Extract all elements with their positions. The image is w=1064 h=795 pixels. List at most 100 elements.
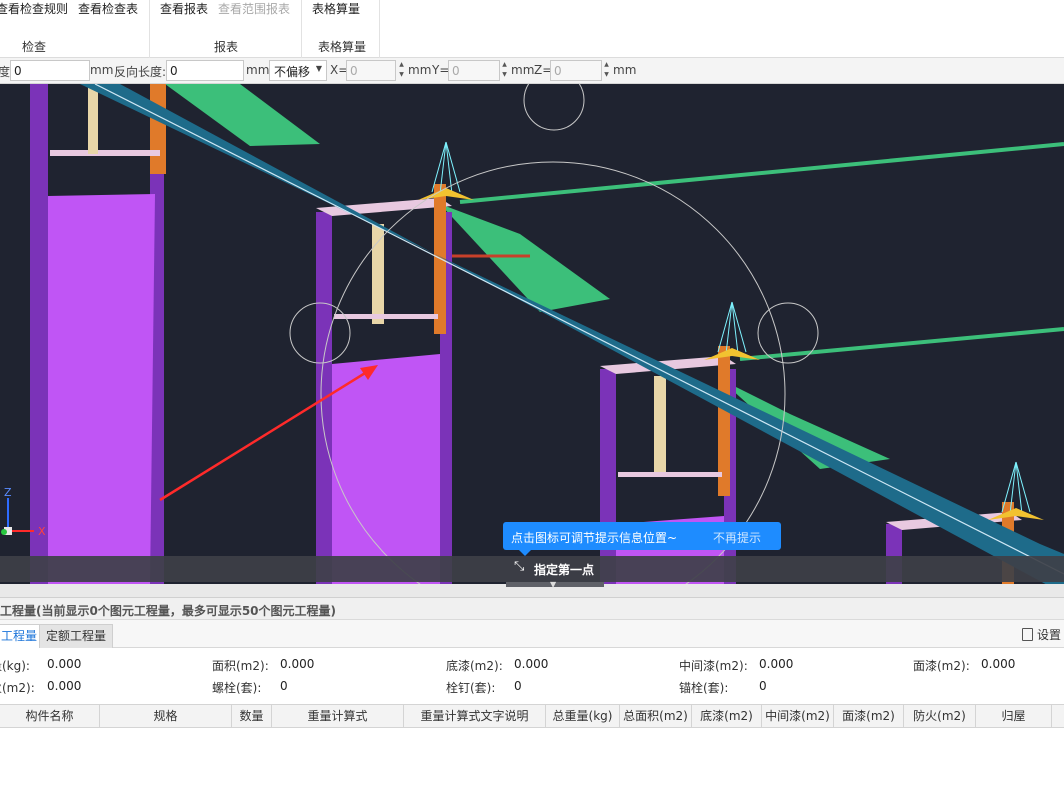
offset-select-value: 不偏移 [274, 65, 311, 79]
column-left-panel [48, 194, 155, 584]
quantity-table-body [0, 728, 1064, 795]
ribbon-group-label-report: 报表 [214, 40, 239, 54]
bracket [150, 84, 166, 174]
bolt-value: 0 [280, 679, 288, 693]
hint-text: 点击图标可调节提示信息位置~ [511, 531, 678, 545]
weight-label: 量(kg): [0, 659, 30, 673]
reverse-length-input[interactable] [166, 60, 244, 81]
ribbon-toolbar: 查看检查规则 查看检查表 检查 查看报表 查看范围报表 报表 表格算量 表格算量 [0, 0, 1064, 58]
command-prompt: 指定第一点 [534, 563, 595, 577]
scene-drawing: X Z [1, 84, 1064, 584]
bolt-label: 螺栓(套): [212, 681, 262, 695]
area-label: 面积(m2): [212, 659, 269, 673]
parameter-bar: 度: mm 反向长度: mm 不偏移 ▼ X= ▲▼ mm Y= ▲▼ mm Z… [0, 58, 1064, 84]
tab-quota-quantity[interactable]: 定额工程量 [39, 624, 114, 648]
z-stepper-icon[interactable]: ▲ ▼ [602, 60, 611, 81]
hanger [88, 84, 98, 154]
panel-splitter[interactable]: ▼ [0, 580, 1064, 598]
column-header[interactable]: 面漆(m2) [834, 705, 904, 728]
length-input[interactable] [10, 60, 90, 81]
column-left-back [30, 84, 48, 584]
cable-tray [165, 84, 320, 146]
3d-viewport[interactable]: X Z 点击图标可调节提示信息位置~ 不再提示 ⤡ 指定第一点 [0, 84, 1064, 584]
axis-x-label: X [38, 525, 46, 538]
stud-label: 栓钉(套): [446, 681, 496, 695]
summary-row: 火(m2): 0.000 螺栓(套): 0 栓钉(套): 0 锚栓(套): 0 [0, 676, 1064, 698]
quantity-tabs: 工程量 定额工程量 设置 [0, 620, 1064, 648]
ribbon-group-check: 查看检查规则 查看检查表 检查 [0, 0, 150, 58]
chevron-down-icon: ▼ [315, 64, 322, 73]
column-header[interactable]: 防火(m2) [904, 705, 976, 728]
primer-label: 底漆(m2): [446, 659, 503, 673]
beam [334, 314, 438, 319]
beam-top [316, 198, 452, 216]
y-input[interactable] [448, 60, 500, 81]
column-header[interactable]: 构件名称 [0, 705, 100, 728]
green-rail [739, 327, 1064, 361]
view-check-table-button[interactable]: 查看检查表 [78, 1, 138, 17]
x-unit: mm [408, 63, 432, 77]
dont-show-again-link[interactable]: 不再提示 [713, 529, 761, 546]
settings-icon [1022, 628, 1033, 641]
column-header[interactable]: 中间漆(m2) [762, 705, 834, 728]
offset-select[interactable]: 不偏移 ▼ [269, 60, 327, 81]
chevron-down-icon: ▼ [550, 580, 557, 589]
tab-quantity[interactable]: 工程量 [0, 624, 45, 648]
column-header[interactable]: 总重量(kg) [546, 705, 620, 728]
z-unit: mm [613, 63, 637, 77]
weight-value: 0.000 [47, 657, 82, 671]
axis-y-dot [1, 529, 7, 535]
anchor-bolt-value: 0 [759, 679, 767, 693]
y-unit: mm [511, 63, 535, 77]
area-value: 0.000 [280, 657, 315, 671]
orbit-handle-top [523, 84, 585, 131]
reverse-length-label: 反向长度: [114, 65, 167, 79]
hanger [654, 376, 666, 476]
view-check-rules-button[interactable]: 查看检查规则 [0, 1, 68, 17]
quantity-summary: 量(kg): 0.000 面积(m2): 0.000 底漆(m2): 0.000… [0, 648, 1064, 704]
command-prompt-bar: ⤡ 指定第一点 [0, 556, 1064, 582]
stud-value: 0 [514, 679, 522, 693]
intermediate-paint-label: 中间漆(m2): [679, 659, 748, 673]
topcoat-value: 0.000 [981, 657, 1016, 671]
app-window: 查看检查规则 查看检查表 检查 查看报表 查看范围报表 报表 表格算量 表格算量… [0, 0, 1064, 795]
x-stepper-icon[interactable]: ▲ ▼ [397, 60, 406, 81]
fireproof-value: 0.000 [47, 679, 82, 693]
hanger [372, 224, 384, 324]
cable-tray [440, 204, 610, 312]
length-unit: mm [90, 63, 114, 77]
settings-button[interactable]: 设置 [1022, 626, 1061, 643]
primer-value: 0.000 [514, 657, 549, 671]
topcoat-label: 面漆(m2): [913, 659, 970, 673]
view-report-button[interactable]: 查看报表 [160, 1, 208, 17]
axis-z-label: Z [4, 486, 12, 499]
x-input[interactable] [346, 60, 396, 81]
view-range-report-button[interactable]: 查看范围报表 [218, 1, 290, 17]
column-header[interactable]: 重量计算式 [272, 705, 404, 728]
green-rail [459, 142, 1064, 204]
ribbon-group-report: 查看报表 查看范围报表 报表 [150, 0, 302, 58]
fireproof-label: 火(m2): [0, 681, 35, 695]
y-label: Y= [432, 63, 450, 77]
column-header[interactable]: 底漆(m2) [692, 705, 762, 728]
ribbon-group-table: 表格算量 表格算量 [302, 0, 380, 58]
beam [618, 472, 722, 477]
column-header[interactable]: 数量 [232, 705, 272, 728]
beam [50, 150, 160, 156]
y-stepper-icon[interactable]: ▲ ▼ [500, 60, 509, 81]
quantity-panel-title: 工程量(当前显示0个图元工程量，最多可显示50个图元工程量) [0, 598, 1064, 620]
column-right-back [600, 369, 616, 584]
summary-row: 量(kg): 0.000 面积(m2): 0.000 底漆(m2): 0.000… [0, 654, 1064, 676]
column-header[interactable]: 归屋 [976, 705, 1052, 728]
move-tip-icon[interactable]: ⤡ [514, 559, 524, 574]
quantity-table-header: 构件名称 规格 数量 重量计算式 重量计算式文字说明 总重量(kg) 总面积(m… [0, 704, 1064, 728]
z-input[interactable] [550, 60, 602, 81]
intermediate-paint-value: 0.000 [759, 657, 794, 671]
column-header[interactable]: 总面积(m2) [620, 705, 692, 728]
column-header[interactable]: 重量计算式文字说明 [404, 705, 546, 728]
reverse-length-unit: mm [246, 63, 270, 77]
table-quantity-button[interactable]: 表格算量 [312, 1, 360, 17]
settings-label: 设置 [1037, 628, 1062, 642]
column-header[interactable]: 规格 [100, 705, 232, 728]
hint-tooltip: 点击图标可调节提示信息位置~ 不再提示 [503, 522, 781, 556]
